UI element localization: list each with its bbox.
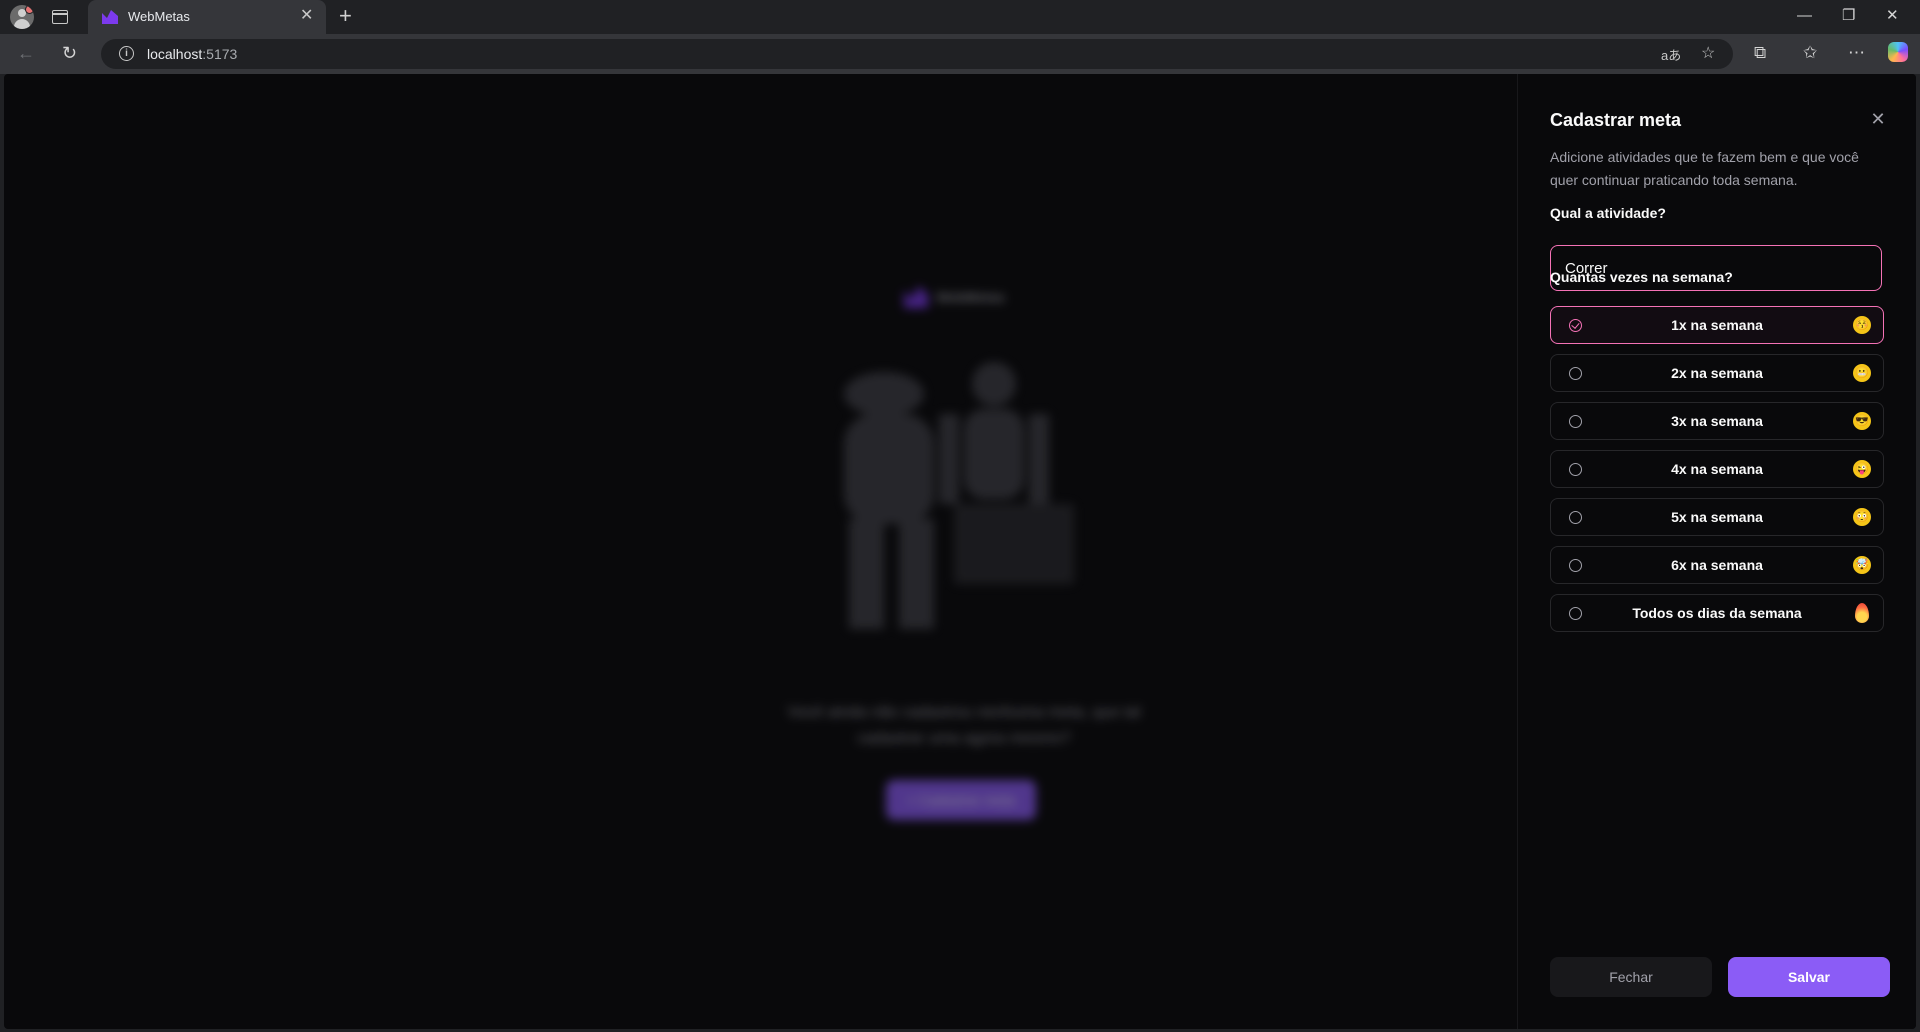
sunglasses-face-icon: 😎 <box>1853 412 1871 430</box>
save-button[interactable]: Salvar <box>1728 957 1890 997</box>
tab-title: WebMetas <box>128 9 190 24</box>
back-arrow-icon[interactable]: ← <box>17 42 35 64</box>
read-aloud-icon[interactable]: aあ <box>1661 46 1681 66</box>
grimacing-face-icon: 😬 <box>1853 364 1871 382</box>
tab-close-icon[interactable]: ✕ <box>300 7 313 25</box>
restore-icon[interactable]: ❐ <box>1842 6 1855 26</box>
create-goal-drawer: Cadastrar meta ✕ Adicione atividades que… <box>1517 74 1916 1029</box>
option-label: 2x na semana <box>1671 365 1763 381</box>
browser-tab-webmetas[interactable]: WebMetas ✕ <box>88 0 326 34</box>
more-menu-icon[interactable]: ⋯ <box>1848 42 1865 64</box>
reload-icon[interactable]: ↻ <box>62 42 77 64</box>
frequency-option-4x[interactable]: 4x na semana 😜 <box>1550 450 1884 488</box>
frequency-option-2x[interactable]: 2x na semana 😬 <box>1550 354 1884 392</box>
option-label: 5x na semana <box>1671 509 1763 525</box>
url-text: localhost:5173 <box>147 46 237 62</box>
browser-tab-bar: WebMetas ✕ + — ❐ ✕ <box>0 0 1920 34</box>
window-close-icon[interactable]: ✕ <box>1886 6 1899 26</box>
option-label: 6x na semana <box>1671 557 1763 573</box>
url-port: :5173 <box>202 46 238 62</box>
emoji-glyph: 🤯 <box>1855 559 1869 571</box>
extensions-icon[interactable]: ⧉ <box>1754 42 1766 64</box>
background-logo: WebMetas <box>904 286 1005 308</box>
frequency-option-3x[interactable]: 3x na semana 😎 <box>1550 402 1884 440</box>
emoji-glyph: 😚 <box>1855 319 1869 331</box>
frequency-option-1x[interactable]: 1x na semana 😚 <box>1550 306 1884 344</box>
option-label: 4x na semana <box>1671 461 1763 477</box>
profile-avatar-icon[interactable] <box>10 5 34 29</box>
drawer-description: Adicione atividades que te fazem bem e q… <box>1550 149 1859 188</box>
drawer-title: Cadastrar meta <box>1550 110 1682 130</box>
url-host: localhost <box>147 46 203 62</box>
frequency-option-6x[interactable]: 6x na semana 🤯 <box>1550 546 1884 584</box>
drawer-close-icon[interactable]: ✕ <box>1869 110 1887 128</box>
favorite-star-icon[interactable]: ☆ <box>1701 44 1715 64</box>
option-label: 3x na semana <box>1671 413 1763 429</box>
webmetas-logo-icon <box>904 286 928 308</box>
exploding-head-icon: 🤯 <box>1853 556 1871 574</box>
frequency-option-5x[interactable]: 5x na semana 😳 <box>1550 498 1884 536</box>
frequency-option-every-day[interactable]: Todos os dias da semana <box>1550 594 1884 632</box>
emoji-glyph: 😜 <box>1855 463 1869 475</box>
blurred-background-page: WebMetas Você ainda não cadastrou nenhum… <box>4 74 1517 1029</box>
emoji-glyph: 😎 <box>1855 415 1869 427</box>
option-label: Todos os dias da semana <box>1632 605 1802 621</box>
site-info-icon[interactable]: i <box>119 46 134 61</box>
browser-toolbar: ← ↻ i localhost:5173 aあ ☆ ⧉ ✩ ⋯ <box>0 34 1920 74</box>
empty-state-message: Você ainda não cadastrou nenhuma meta, q… <box>787 704 1141 747</box>
close-button[interactable]: Fechar <box>1550 957 1712 997</box>
address-bar[interactable]: i localhost:5173 aあ ☆ <box>101 39 1733 69</box>
copilot-icon[interactable] <box>1888 42 1908 62</box>
option-label: 1x na semana <box>1671 317 1763 333</box>
emoji-glyph: 😳 <box>1855 511 1869 523</box>
tab-actions-icon[interactable] <box>52 10 68 24</box>
minimize-icon[interactable]: — <box>1797 6 1812 26</box>
activity-label: Qual a atividade? <box>1550 205 1666 221</box>
background-create-goal-button: + Cadastrar meta <box>886 780 1036 820</box>
webmetas-favicon-icon <box>102 10 118 24</box>
fire-icon <box>1855 603 1869 623</box>
new-tab-button[interactable]: + <box>339 4 352 28</box>
tongue-face-icon: 😜 <box>1853 460 1871 478</box>
emoji-glyph: 😬 <box>1855 367 1869 379</box>
favorites-icon[interactable]: ✩ <box>1803 42 1817 64</box>
page-viewport: WebMetas Você ainda não cadastrou nenhum… <box>4 74 1916 1029</box>
frequency-label: Quantas vezes na semana? <box>1550 269 1733 285</box>
empty-state-illustration-icon <box>844 362 1074 629</box>
kissing-face-icon: 😚 <box>1853 316 1871 334</box>
flushed-face-icon: 😳 <box>1853 508 1871 526</box>
background-logo-text: WebMetas <box>936 289 1005 305</box>
